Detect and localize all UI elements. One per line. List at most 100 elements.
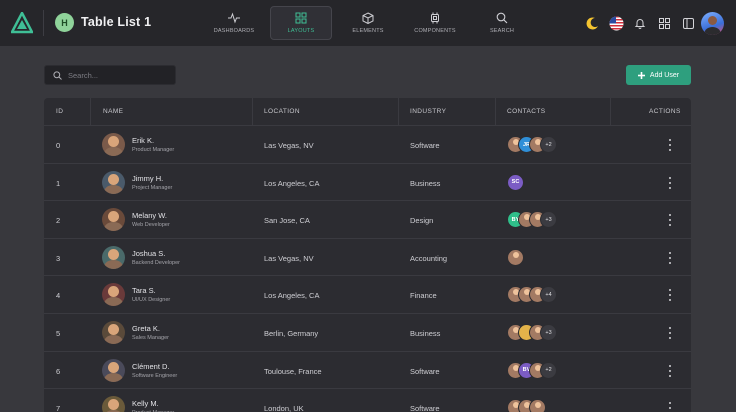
nav-dashboards[interactable]: DASHBOARDS xyxy=(203,6,265,40)
logo-icon[interactable] xyxy=(11,12,33,34)
row-id: 0 xyxy=(56,141,61,150)
contacts-group[interactable]: +3 xyxy=(507,324,557,342)
user-avatar[interactable] xyxy=(102,396,125,412)
contacts-group[interactable]: BV +2 xyxy=(507,361,557,380)
user-avatar[interactable] xyxy=(102,208,125,232)
user-industry: Business xyxy=(410,329,441,338)
nav-label: DASHBOARDS xyxy=(213,28,255,34)
table-row[interactable]: 0 Erik K. Product Manager Las Vegas, NV Soft… xyxy=(44,126,691,164)
table-header: ID NAME LOCATION INDUSTRY CONTACTS ACTIO… xyxy=(44,98,691,126)
user-industry: Design xyxy=(410,216,434,226)
row-actions-menu-icon[interactable] xyxy=(666,139,674,151)
table-row[interactable]: 1 Jimmy H. Project Manager Los Angeles, CA B… xyxy=(44,164,691,202)
apps-button[interactable] xyxy=(655,14,673,32)
table-row[interactable]: 3 Joshua S. Backend Developer Las Vegas, NV… xyxy=(44,239,691,277)
user-avatar[interactable] xyxy=(102,245,125,269)
nav-layouts[interactable]: LAYOUTS xyxy=(270,6,332,40)
row-actions-menu-icon[interactable] xyxy=(666,251,674,264)
user-name[interactable]: Joshua S. xyxy=(132,249,165,258)
user-name[interactable]: Jimmy H. xyxy=(132,174,163,183)
nav-label: COMPONENTS xyxy=(414,28,456,34)
dark-mode-toggle[interactable] xyxy=(583,14,601,32)
user-name[interactable]: Kelly M. xyxy=(132,399,159,408)
cpu-icon xyxy=(431,12,439,24)
column-header-name[interactable]: NAME xyxy=(103,108,123,115)
contacts-more-badge[interactable]: +2 xyxy=(540,136,557,153)
user-industry: Software xyxy=(410,366,440,376)
nav-elements[interactable]: ELEMENTS xyxy=(337,6,399,40)
search-box[interactable] xyxy=(44,65,176,85)
user-role: Project Manager xyxy=(132,184,173,191)
user-name[interactable]: Greta K. xyxy=(132,324,160,333)
user-role: Product Manager xyxy=(132,147,175,153)
row-id: 5 xyxy=(56,329,61,338)
nav-search[interactable]: SEARCH xyxy=(471,6,533,40)
user-name[interactable]: Erik K. xyxy=(132,136,154,145)
user-name[interactable]: Melany W. xyxy=(132,211,167,220)
contact-avatar[interactable] xyxy=(529,399,546,412)
contacts-group[interactable] xyxy=(507,248,524,267)
nav-components[interactable]: COMPONENTS xyxy=(404,6,466,40)
contact-initials[interactable]: SC xyxy=(507,173,524,191)
contacts-more-badge[interactable]: +4 xyxy=(540,286,557,304)
column-header-contacts[interactable]: CONTACTS xyxy=(507,108,545,115)
nav-label: ELEMENTS xyxy=(352,28,384,34)
contacts-group[interactable]: BY +3 xyxy=(507,211,557,229)
table-row[interactable]: 5 Greta K. Sales Manager Berlin, Germany Bus… xyxy=(44,314,691,352)
contacts-group[interactable]: +4 xyxy=(507,286,557,304)
nav-label: LAYOUTS xyxy=(287,28,315,34)
user-avatar[interactable] xyxy=(102,133,125,156)
user-avatar[interactable] xyxy=(102,358,125,382)
notifications-button[interactable] xyxy=(631,14,649,32)
user-avatar[interactable] xyxy=(102,283,125,307)
user-role: UI/UX Designer xyxy=(132,297,171,304)
add-user-button[interactable]: Add User xyxy=(626,65,691,85)
user-location: Toulouse, France xyxy=(264,366,322,376)
table-row[interactable]: 7Kelly M.Product ManagerLondon, UKSoftwa… xyxy=(44,389,691,412)
add-user-label: Add User xyxy=(649,71,680,79)
user-location: Los Angeles, CA xyxy=(264,178,320,188)
user-name[interactable]: Clément D. xyxy=(132,362,170,371)
nav-label: SEARCH xyxy=(489,28,515,34)
language-selector[interactable] xyxy=(607,14,625,32)
contacts-more-badge[interactable]: +2 xyxy=(540,361,557,379)
workspace-badge[interactable]: H xyxy=(55,13,74,32)
contacts-group[interactable] xyxy=(507,399,546,412)
user-location: Los Angeles, CA xyxy=(264,291,320,301)
row-actions-menu-icon[interactable] xyxy=(666,402,674,412)
moon-icon xyxy=(586,16,598,29)
contacts-group[interactable]: SC xyxy=(507,173,524,192)
plus-icon xyxy=(637,71,645,79)
column-header-id[interactable]: ID xyxy=(56,108,63,115)
row-actions-menu-icon[interactable] xyxy=(666,289,674,302)
user-role: Backend Developer xyxy=(132,259,181,266)
contact-avatar[interactable] xyxy=(507,248,524,266)
table-row[interactable]: 2 Melany W. Web Developer San Jose, CA Desig… xyxy=(44,201,691,239)
sidebar-toggle[interactable] xyxy=(679,14,697,32)
table-row[interactable]: 6 Clément D. Software Engineer Toulouse, Fr… xyxy=(44,352,691,390)
row-actions-menu-icon[interactable] xyxy=(666,214,674,227)
column-header-industry[interactable]: INDUSTRY xyxy=(410,108,446,115)
table-row[interactable]: 4 Tara S. UI/UX Designer Los Angeles, CA Fin… xyxy=(44,276,691,314)
user-avatar[interactable] xyxy=(102,321,125,344)
user-name[interactable]: Tara S. xyxy=(132,286,156,295)
row-actions-menu-icon[interactable] xyxy=(666,327,674,339)
row-id: 4 xyxy=(56,291,61,301)
contacts-group[interactable]: JR +2 xyxy=(507,136,557,154)
row-actions-menu-icon[interactable] xyxy=(666,176,674,189)
divider xyxy=(43,10,44,36)
user-avatar[interactable] xyxy=(102,170,125,194)
user-industry: Software xyxy=(410,141,440,150)
row-actions-menu-icon[interactable] xyxy=(666,364,674,377)
user-role: Sales Manager xyxy=(132,335,169,341)
activity-icon xyxy=(228,12,240,24)
contacts-more-badge[interactable]: +3 xyxy=(540,211,557,229)
user-industry: Accounting xyxy=(410,253,448,263)
search-input[interactable] xyxy=(68,70,168,80)
user-location: Las Vegas, NV xyxy=(264,253,314,263)
user-industry: Business xyxy=(410,178,441,188)
column-header-location[interactable]: LOCATION xyxy=(264,108,300,115)
contacts-more-badge[interactable]: +3 xyxy=(540,324,557,341)
column-divider xyxy=(495,98,496,126)
user-avatar[interactable] xyxy=(701,12,724,35)
